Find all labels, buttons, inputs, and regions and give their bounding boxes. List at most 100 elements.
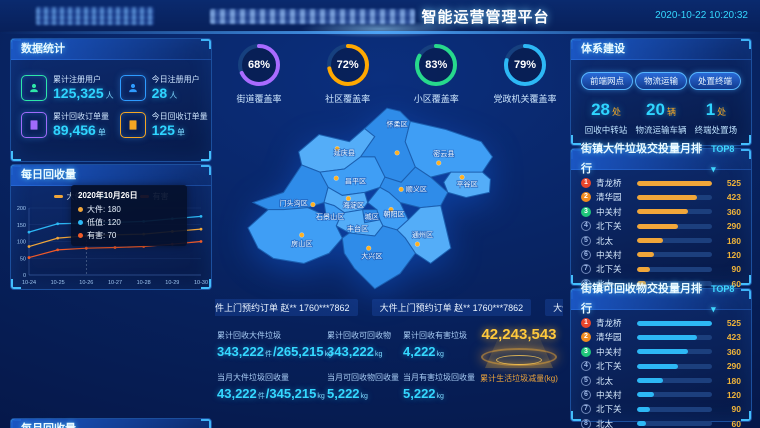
dashboard: 智能运营管理平台 2020-10-22 10:20:32 数据统计 累计注册用户… <box>0 0 760 428</box>
district-dot <box>399 187 404 192</box>
district-dot <box>395 150 400 155</box>
district-label: 朝阳区 <box>383 210 404 219</box>
stat-card: 累计注册用户125,325人 <box>21 74 114 101</box>
svg-text:100: 100 <box>17 240 26 246</box>
rank-value: 120 <box>717 250 741 260</box>
order-ticker: 大件上门预约订单 赵** 1760***7862 大件上门预约订单 赵** 176… <box>215 299 563 316</box>
svg-text:10-24: 10-24 <box>22 280 36 286</box>
rank-name: 青龙桥 <box>596 317 632 329</box>
order-icon <box>120 112 146 138</box>
rank-value: 60 <box>717 419 741 428</box>
tab-物流运输[interactable]: 物流运输 <box>635 72 687 90</box>
panel-data-stats: 数据统计 累计注册用户125,325人今日注册用户28人累计回收订单量89,45… <box>10 38 212 162</box>
rank-bar <box>637 181 712 186</box>
stat-label: 累计注册用户 <box>53 74 114 85</box>
system-stat-value: 1处 <box>689 100 743 120</box>
district-label: 城区 <box>365 213 379 221</box>
district-label: 海淀区 <box>343 201 364 210</box>
panel-title: 街镇大件垃圾交投量月排行 <box>581 139 711 179</box>
panel-recyclable-rank: 街镇可回收物交投量月排行 TOP8 ▾ 1青龙桥5252清华园4233中关村36… <box>570 288 752 422</box>
rank-badge: 6 <box>581 250 591 260</box>
rank-bar <box>637 407 712 412</box>
svg-text:10-30: 10-30 <box>194 280 208 286</box>
rank-badge: 3 <box>581 207 591 217</box>
summary-value: 343,222kg <box>327 344 391 359</box>
rank-name: 北太 <box>596 375 632 387</box>
rank-name: 中关村 <box>596 389 632 401</box>
rank-badge: 1 <box>581 178 591 188</box>
rank-badge: 8 <box>581 419 591 428</box>
panel-title: 体系建设 <box>581 39 625 59</box>
rank-badge: 1 <box>581 318 591 328</box>
ticker-item: 大件上门预约订单 赵** 1760***7862 <box>372 299 532 316</box>
panel-bulky-waste-rank: 街镇大件垃圾交投量月排行 TOP8 ▾ 1青龙桥5252清华园4233中关村36… <box>570 148 752 286</box>
rank-value: 525 <box>717 318 741 328</box>
summary-label: 累计回收有害垃圾 <box>403 330 467 341</box>
rank-bar <box>637 378 712 383</box>
rank-bar <box>637 209 712 214</box>
rank-bar <box>637 349 712 354</box>
stat-label: 今日注册用户 <box>152 74 200 85</box>
top8-dropdown[interactable]: TOP8 ▾ <box>711 279 741 319</box>
rank-value: 290 <box>717 361 741 371</box>
rank-name: 北下关 <box>596 403 632 415</box>
svg-text:10-27: 10-27 <box>108 280 122 286</box>
rank-value: 180 <box>717 376 741 386</box>
ticker-item: 大件上门预约订单 赵** 1760***7862 <box>545 299 563 316</box>
rank-value: 423 <box>717 192 741 202</box>
system-stat-value: 20辆 <box>634 100 688 120</box>
summary-value: 4,222kg <box>403 344 467 359</box>
summary-value: 343,222件/265,215kg <box>217 344 333 359</box>
district-label: 昌平区 <box>345 177 366 185</box>
rank-bar <box>637 335 712 340</box>
summary-cell: 累计回收有害垃圾 4,222kg <box>403 330 467 359</box>
summary-cell: 累计回收可回收物343,222kg <box>327 330 391 359</box>
stat-card: 累计回收订单量89,456单 <box>21 111 114 138</box>
summary-label: 当月大件垃圾回收量 <box>217 372 326 383</box>
rank-value: 525 <box>717 178 741 188</box>
rank-value: 360 <box>717 207 741 217</box>
system-stat-value: 28处 <box>579 100 633 120</box>
rank-badge: 5 <box>581 236 591 246</box>
svg-text:200: 200 <box>17 206 26 212</box>
district-label: 怀柔区 <box>386 119 407 128</box>
rank-name: 中关村 <box>596 206 632 218</box>
summary-value: 43,222件/345,215kg <box>217 386 326 401</box>
rank-row: 8 北太 60 <box>581 418 741 428</box>
district-dot <box>415 242 420 247</box>
top8-dropdown[interactable]: TOP8 ▾ <box>711 139 741 179</box>
rank-row: 7北下关90 <box>581 263 741 275</box>
panel-title: 每日回收量 <box>21 165 76 185</box>
rank-name: 清华园 <box>596 331 632 343</box>
chevron-down-icon: ▾ <box>711 304 716 314</box>
tab-前端网点[interactable]: 前端网点 <box>581 72 633 90</box>
rank-bar <box>637 238 712 243</box>
summary-cell: 当月大件垃圾回收量 43,222件/345,215kg <box>217 372 326 401</box>
district-label: 顺义区 <box>406 185 427 193</box>
tooltip-row: 大件: 180 <box>78 204 180 215</box>
district-dot <box>311 202 316 207</box>
rank-value: 180 <box>717 236 741 246</box>
rank-bar <box>637 195 712 200</box>
district-label: 门头沟区 <box>279 199 307 208</box>
summary-label: 当月有害垃圾回收量 <box>403 372 475 383</box>
system-stat: 20辆物流运输车辆 <box>634 100 688 136</box>
rank-badge: 3 <box>581 347 591 357</box>
district-label: 延庆县 <box>334 148 355 157</box>
gauge-percent: 68% <box>236 42 282 88</box>
summary-label: 当月可回收物回收量 <box>327 372 399 383</box>
summary-label: 累计回收大件垃圾 <box>217 330 333 341</box>
rank-badge: 7 <box>581 404 591 414</box>
summary-cell: 累计回收大件垃圾 343,222件/265,215kg <box>217 330 333 359</box>
stat-label: 累计回收订单量 <box>53 111 109 122</box>
district-dot <box>436 161 441 166</box>
system-stat-label: 终端处置场 <box>689 124 743 136</box>
district-dot <box>366 246 371 251</box>
beijing-map: 延庆县怀柔区密云县平谷区昌平区顺义区门头沟区海淀区石景山区朝阳区城区丰台区通州区… <box>222 96 558 304</box>
tab-处置终端[interactable]: 处置终端 <box>689 72 741 90</box>
rank-row: 3 中关村 360 <box>581 206 741 218</box>
rank-name: 中关村 <box>596 346 632 358</box>
district-label: 通州区 <box>412 230 433 239</box>
rank-name: 北太 <box>596 418 632 428</box>
stat-value: 28人 <box>152 85 200 101</box>
